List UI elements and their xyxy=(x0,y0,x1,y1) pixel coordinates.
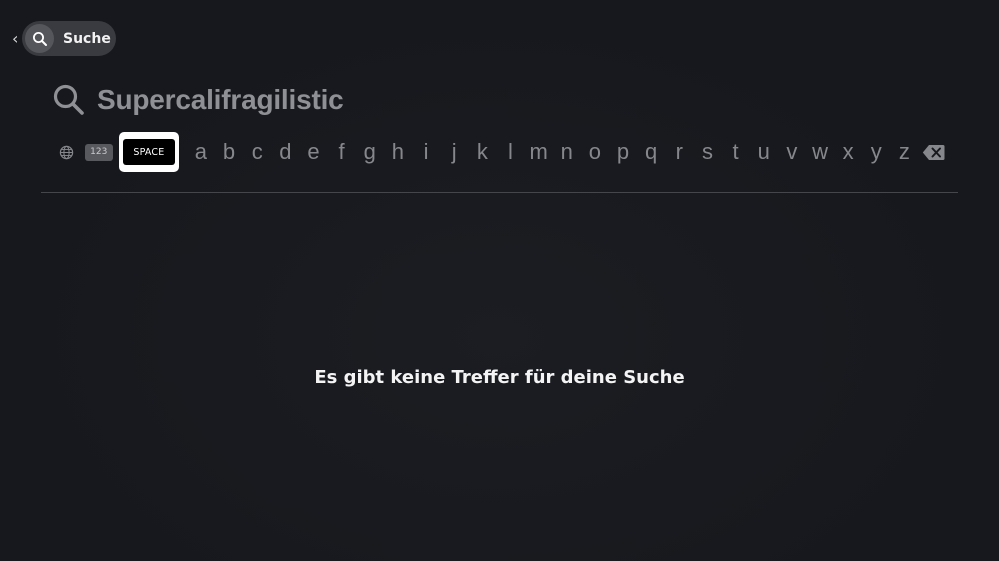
letter-key-e[interactable]: e xyxy=(299,132,327,172)
letter-key-v[interactable]: v xyxy=(778,132,806,172)
letter-key-c[interactable]: c xyxy=(243,132,271,172)
letter-key-f[interactable]: f xyxy=(328,132,356,172)
search-icon xyxy=(25,24,54,53)
letter-keys: abcdefghijklmnopqrstuvwxyz xyxy=(187,132,919,172)
letter-key-m[interactable]: m xyxy=(525,132,553,172)
search-screen: ‹ Suche Supercalifragilistic 123 SPACE a… xyxy=(0,0,999,561)
letter-key-a[interactable]: a xyxy=(187,132,215,172)
letter-key-n[interactable]: n xyxy=(553,132,581,172)
letter-key-k[interactable]: k xyxy=(468,132,496,172)
back-chevron-icon[interactable]: ‹ xyxy=(12,29,22,49)
letter-key-y[interactable]: y xyxy=(862,132,890,172)
search-icon xyxy=(53,84,84,115)
letter-key-l[interactable]: l xyxy=(496,132,524,172)
letter-key-r[interactable]: r xyxy=(665,132,693,172)
letter-key-u[interactable]: u xyxy=(750,132,778,172)
letter-key-h[interactable]: h xyxy=(384,132,412,172)
no-results-message: Es gibt keine Treffer für deine Suche xyxy=(314,367,685,388)
letter-key-b[interactable]: b xyxy=(215,132,243,172)
letter-key-g[interactable]: g xyxy=(356,132,384,172)
letter-key-t[interactable]: t xyxy=(722,132,750,172)
search-query-row: Supercalifragilistic xyxy=(52,80,344,120)
letter-key-o[interactable]: o xyxy=(581,132,609,172)
search-tab-label: Suche xyxy=(63,30,111,47)
globe-icon[interactable] xyxy=(57,142,77,162)
letter-key-z[interactable]: z xyxy=(890,132,918,172)
divider xyxy=(41,192,958,193)
numbers-key[interactable]: 123 xyxy=(84,143,113,161)
search-query-text[interactable]: Supercalifragilistic xyxy=(97,84,344,116)
search-tab-pill[interactable]: Suche xyxy=(22,21,116,56)
letter-key-i[interactable]: i xyxy=(412,132,440,172)
backspace-icon[interactable] xyxy=(922,143,946,161)
letter-key-x[interactable]: x xyxy=(834,132,862,172)
letter-key-w[interactable]: w xyxy=(806,132,834,172)
letter-key-d[interactable]: d xyxy=(271,132,299,172)
space-key-label: SPACE xyxy=(122,139,175,165)
letter-key-p[interactable]: p xyxy=(609,132,637,172)
letter-key-j[interactable]: j xyxy=(440,132,468,172)
letter-key-s[interactable]: s xyxy=(693,132,721,172)
onscreen-keyboard: 123 SPACE abcdefghijklmnopqrstuvwxyz xyxy=(55,132,945,172)
letter-key-q[interactable]: q xyxy=(637,132,665,172)
space-key[interactable]: SPACE xyxy=(118,132,179,172)
